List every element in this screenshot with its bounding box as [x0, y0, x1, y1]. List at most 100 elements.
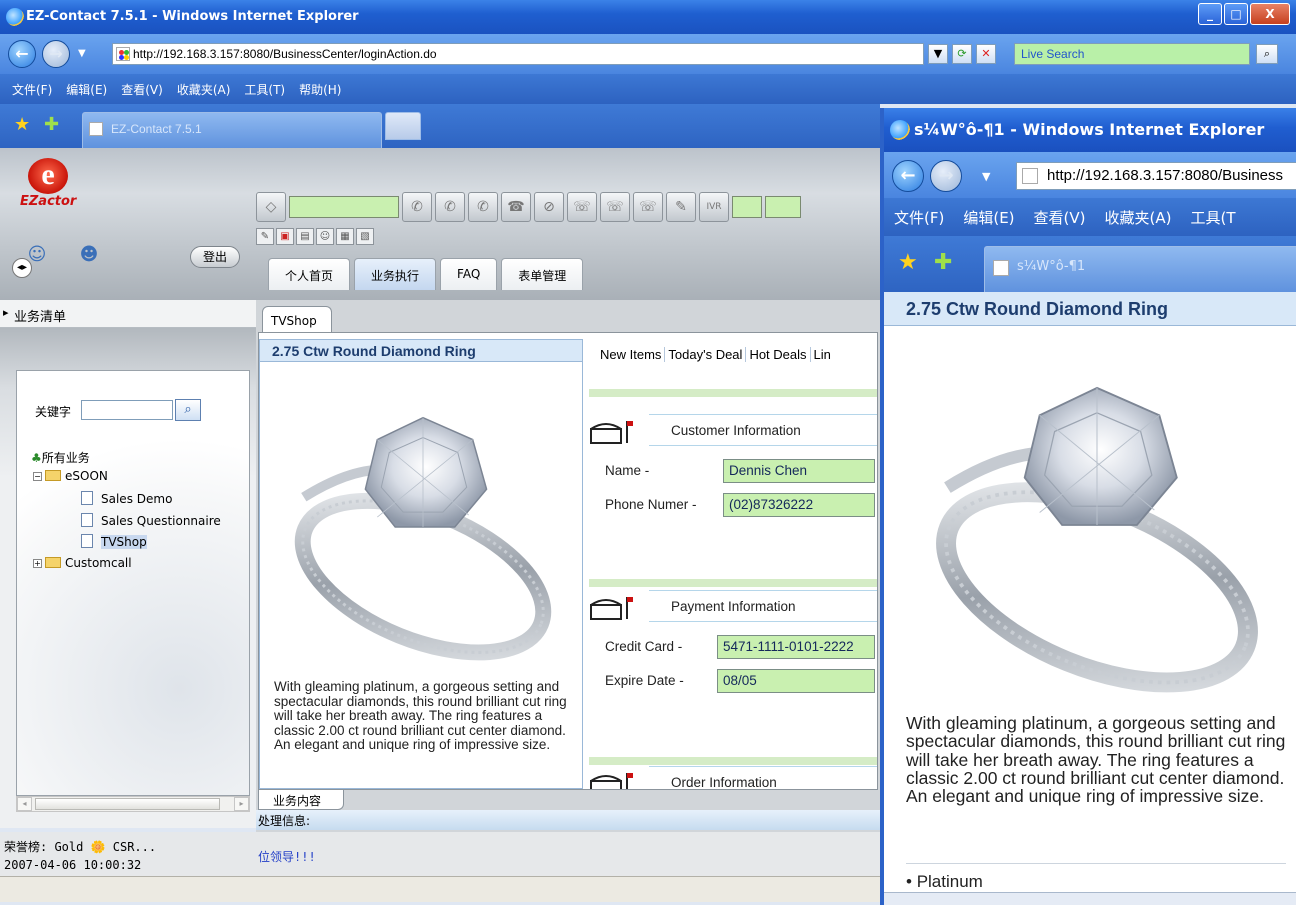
minimize-button[interactable]: _ — [1198, 3, 1222, 25]
menu-favorites[interactable]: 收藏夹(A) — [1095, 198, 1181, 228]
product-card: 2.75 Ctw Round Diamond Ring With gleamin… — [259, 339, 583, 789]
settings-icon[interactable]: ▧ — [356, 228, 374, 245]
note-icon[interactable]: ✎ — [666, 192, 696, 222]
stop-icon[interactable]: ✕ — [976, 44, 996, 64]
expire-date-field[interactable]: 08/05 — [717, 669, 875, 693]
new-tab-button[interactable] — [385, 112, 421, 140]
transfer-icon[interactable]: ✆ — [468, 192, 498, 222]
tab-forms[interactable]: 表单管理 — [501, 258, 584, 290]
menu-favorites[interactable]: 收藏夹(A) — [170, 74, 238, 98]
answer-icon[interactable]: ✆ — [402, 192, 432, 222]
hold-icon[interactable]: ✆ — [435, 192, 465, 222]
url-dropdown-icon[interactable]: ▼ — [928, 44, 948, 64]
search-icon[interactable]: ⌕ — [175, 399, 201, 421]
tab-business[interactable]: 业务执行 — [354, 258, 437, 290]
divider — [589, 757, 877, 765]
favorites-star-icon[interactable]: ★ — [14, 114, 30, 135]
scroll-left-icon[interactable]: ◂ — [17, 797, 32, 811]
popup-scrollbar[interactable] — [884, 892, 1296, 905]
menu-file[interactable]: 文件(F) — [0, 74, 59, 98]
search-input[interactable]: Live Search — [1014, 43, 1250, 65]
dial-number-field[interactable] — [289, 196, 399, 218]
logout-button[interactable]: 登出 — [190, 246, 240, 268]
address-bar: ← → ▼ http://192.168.3.157:8080/Business… — [0, 34, 1296, 74]
back-icon[interactable]: ← — [892, 160, 924, 192]
keyword-label: 关键字 — [35, 405, 72, 419]
tree-item-sales-demo[interactable]: Sales Demo — [81, 491, 172, 506]
retrieve-icon[interactable]: ☏ — [633, 192, 663, 222]
phone-icon[interactable]: ◇ — [256, 192, 286, 222]
message-icon[interactable]: ▤ — [296, 228, 314, 245]
tab-home[interactable]: 个人首页 — [268, 258, 351, 290]
tab-business-content[interactable]: 业务内容 — [258, 790, 344, 810]
conference-icon[interactable]: ☏ — [567, 192, 597, 222]
menu-help[interactable]: 帮助(H) — [292, 74, 348, 98]
url-input[interactable]: http://192.168.3.157:8080/BusinessCenter… — [112, 43, 924, 65]
scroll-thumb[interactable] — [35, 798, 220, 810]
link-new-items[interactable]: New Items — [597, 347, 666, 362]
add-favorite-icon[interactable]: ✚ — [934, 250, 952, 275]
users-icon[interactable]: ☺ — [316, 228, 334, 245]
tree-group-customcall[interactable]: + Customcall — [33, 556, 132, 570]
popup-browser-tab[interactable]: s¼W°ô-¶1 — [984, 246, 1296, 292]
link-todays-deal[interactable]: Today's Deal — [665, 347, 747, 362]
scroll-right-icon[interactable]: ▸ — [234, 797, 249, 811]
tab-tvshop[interactable]: TVShop — [262, 306, 332, 332]
keyword-input[interactable] — [81, 400, 173, 420]
document-icon — [81, 534, 93, 548]
refresh-icon[interactable]: ⟳ — [952, 44, 972, 64]
tree-root[interactable]: ♣所有业务 — [31, 449, 90, 466]
edit-icon[interactable]: ✎ — [256, 228, 274, 245]
main-tabs: 个人首页 业务执行 FAQ 表单管理 — [268, 258, 584, 290]
deal-links: New Items Today's Deal Hot Deals Lin — [597, 347, 834, 362]
menu-bar: 文件(F) 编辑(E) 查看(V) 收藏夹(A) 工具(T) 帮助(H) — [0, 74, 1296, 104]
ie-logo-icon — [890, 120, 910, 140]
tab-faq[interactable]: FAQ — [440, 258, 498, 290]
menu-tools[interactable]: 工具(T — [1180, 198, 1244, 228]
agent-profile-icon[interactable]: ☻ — [72, 244, 106, 270]
divider — [589, 579, 877, 587]
name-field[interactable]: Dennis Chen — [723, 459, 875, 483]
contacts-icon[interactable]: ▣ — [276, 228, 294, 245]
tree-group-esoon[interactable]: − eSOON — [33, 469, 108, 483]
link-hot-deals[interactable]: Hot Deals — [746, 347, 811, 362]
tree-item-sales-questionnaire[interactable]: Sales Questionnaire — [81, 513, 221, 528]
browser-tab-ezcontact[interactable]: EZ-Contact 7.5.1 — [82, 112, 382, 148]
consult-icon[interactable]: ☏ — [600, 192, 630, 222]
menu-view[interactable]: 查看(V) — [1024, 198, 1095, 228]
popup-product-description: With gleaming platinum, a gorgeous setti… — [906, 713, 1286, 807]
credit-card-field[interactable]: 5471-1111-0101-2222 — [717, 635, 875, 659]
collapse-icon[interactable]: ◂▸ — [12, 258, 32, 278]
back-icon[interactable]: ← — [8, 40, 36, 68]
ivr-icon[interactable]: IVR — [699, 192, 729, 222]
tree-item-tvshop[interactable]: TVShop — [81, 534, 147, 549]
favorites-star-icon[interactable]: ★ — [898, 250, 918, 275]
business-tree-panel: 关键字 ⌕ ♣所有业务 − eSOON Sales Demo Sales Ques… — [16, 370, 250, 796]
phone-field[interactable]: (02)87326222 — [723, 493, 875, 517]
mute-icon[interactable]: ⊘ — [534, 192, 564, 222]
mailbox-icon — [590, 773, 633, 789]
close-button[interactable]: X — [1250, 3, 1290, 25]
maximize-button[interactable]: □ — [1224, 3, 1248, 25]
forward-icon[interactable]: → — [930, 160, 962, 192]
menu-tools[interactable]: 工具(T) — [237, 74, 292, 98]
forward-icon[interactable]: → — [42, 40, 70, 68]
sidebar-header[interactable]: 业务清单 — [0, 300, 256, 328]
collapse-icon[interactable]: − — [33, 472, 42, 481]
history-dropdown-icon[interactable]: ▼ — [78, 48, 86, 59]
report-icon[interactable]: ▦ — [336, 228, 354, 245]
history-dropdown-icon[interactable]: ▼ — [982, 170, 990, 183]
menu-edit[interactable]: 编辑(E) — [953, 198, 1023, 228]
expand-icon[interactable]: + — [33, 559, 42, 568]
menu-edit[interactable]: 编辑(E) — [59, 74, 114, 98]
honor-board: 荣誉榜: Gold 🌼 CSR... 2007-04-06 10:00:32 — [0, 832, 256, 878]
tree-horizontal-scrollbar[interactable]: ◂ ▸ — [16, 796, 250, 812]
add-favorite-icon[interactable]: ✚ — [44, 114, 59, 135]
popup-url-input[interactable]: http://192.168.3.157:8080/Business — [1016, 162, 1296, 190]
link-more[interactable]: Lin — [811, 347, 834, 362]
menu-file[interactable]: 文件(F) — [884, 198, 953, 228]
search-icon[interactable]: ⌕ — [1256, 44, 1278, 64]
hangup-icon[interactable]: ☎ — [501, 192, 531, 222]
tab-page-icon — [89, 122, 103, 136]
menu-view[interactable]: 查看(V) — [114, 74, 170, 98]
